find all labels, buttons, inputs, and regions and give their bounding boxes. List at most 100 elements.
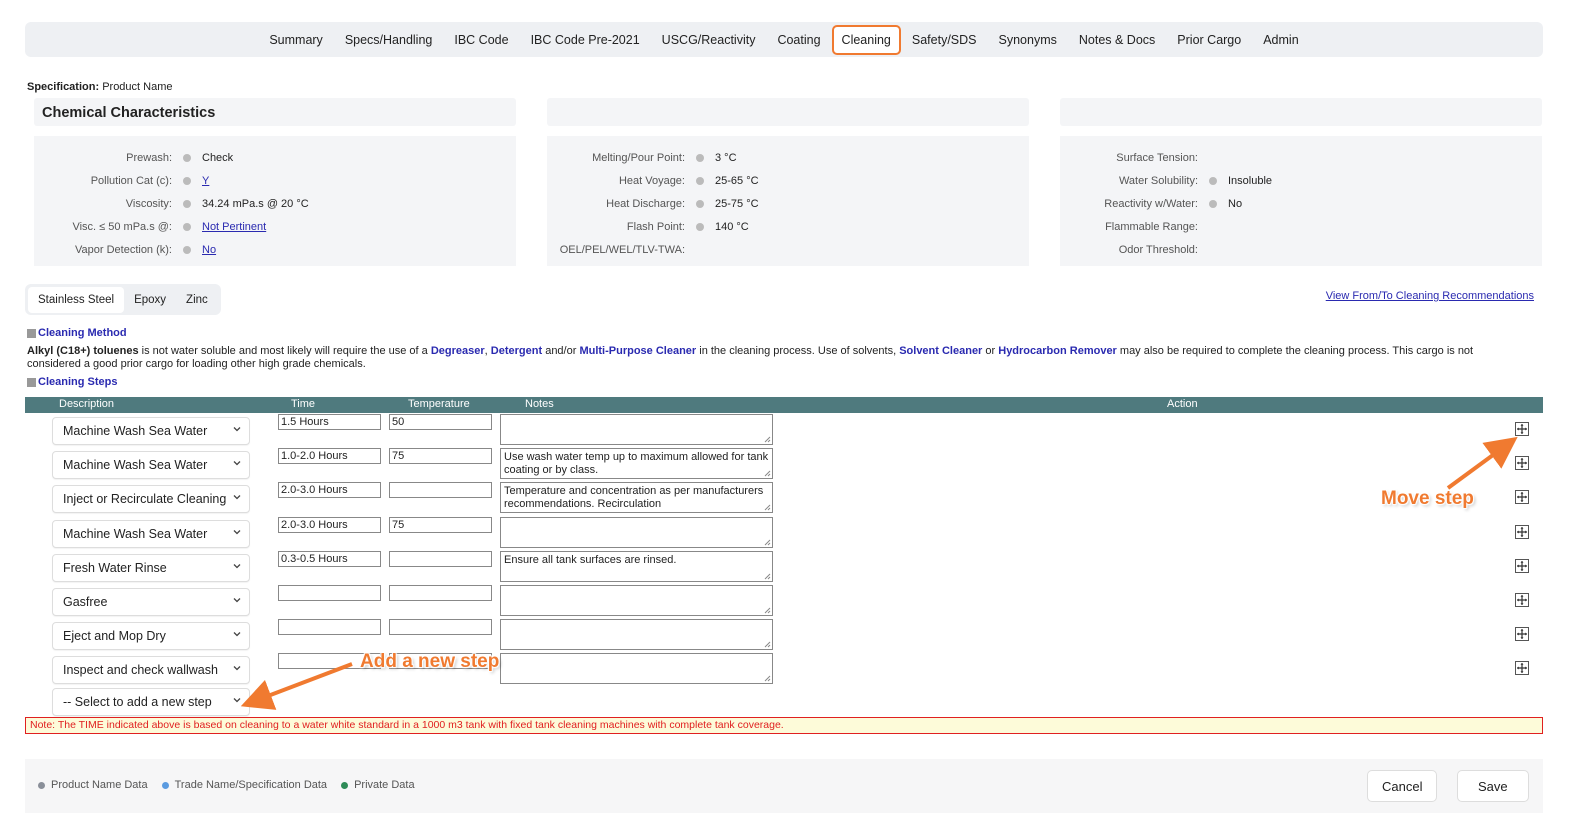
chevron-down-icon	[233, 529, 241, 535]
tab-notes-docs[interactable]: Notes & Docs	[1068, 26, 1166, 54]
tab-summary[interactable]: Summary	[258, 26, 333, 54]
save-button[interactable]: Save	[1457, 770, 1529, 802]
field-label: Melting/Pour Point:	[592, 151, 685, 164]
tab-specs-handling[interactable]: Specs/Handling	[334, 26, 444, 54]
step-temperature-input[interactable]: 50	[389, 414, 492, 430]
field-label: Viscosity:	[125, 197, 172, 210]
cancel-button[interactable]: Cancel	[1367, 770, 1438, 802]
field-value: Check	[202, 151, 234, 164]
move-step-icon[interactable]	[1515, 558, 1529, 573]
tab-admin[interactable]: Admin	[1252, 26, 1309, 54]
step-time-input[interactable]: 1.0-2.0 Hours	[278, 448, 381, 465]
step-temperature-input[interactable]: 75	[389, 516, 492, 533]
step-row: Machine Wash Sea Water 1.0-2.0 Hours 75 Use…	[25, 448, 1543, 482]
step-temperature-input[interactable]	[389, 619, 492, 636]
field-label: Odor Threshold:	[1118, 243, 1198, 256]
tab-prior-cargo[interactable]: Prior Cargo	[1166, 26, 1252, 54]
move-step-icon[interactable]	[1515, 422, 1529, 436]
solubility-card: Surface Tension: Water Solubility: Insolu…	[1060, 98, 1542, 266]
step-time-input[interactable]: 1.5 Hours	[278, 414, 381, 430]
tab-synonyms[interactable]: Synonyms	[988, 26, 1068, 54]
field-label: Flash Point:	[626, 220, 685, 233]
resize-grip-icon[interactable]	[764, 641, 771, 648]
move-step-icon[interactable]	[1515, 456, 1529, 471]
move-step-icon[interactable]	[1515, 627, 1529, 642]
step-time-input[interactable]	[278, 619, 381, 636]
move-step-icon[interactable]	[1515, 661, 1529, 676]
step-description-select[interactable]: Machine Wash Sea Water	[52, 451, 250, 480]
step-notes-textarea[interactable]: Temperature and concentration as per man…	[500, 482, 773, 514]
resize-grip-icon[interactable]	[764, 607, 771, 614]
cleaning-method-title: Cleaning Method	[27, 327, 127, 339]
step-temperature-input[interactable]	[389, 585, 492, 601]
method-text-part: is not water soluble and most likely wil…	[138, 345, 431, 357]
header-temperature: Temperature	[408, 398, 470, 410]
chemical-characteristics-card: Chemical Characteristics Prewash: Check P…	[34, 98, 516, 266]
field-value-link[interactable]: No	[202, 244, 216, 256]
step-temperature-input[interactable]	[389, 550, 492, 567]
move-step-icon[interactable]	[1515, 593, 1529, 607]
tab-zinc[interactable]: Zinc	[176, 287, 218, 313]
legend-private: Private Data	[354, 779, 415, 791]
step-description: Gasfree	[63, 595, 108, 609]
step-notes-textarea[interactable]	[500, 585, 773, 616]
data-source-dot	[183, 153, 191, 162]
view-cleaning-recommendations-link[interactable]: View From/To Cleaning Recommendations	[1326, 290, 1534, 302]
tab-epoxy[interactable]: Epoxy	[124, 287, 176, 313]
step-description-select[interactable]: Machine Wash Sea Water	[52, 519, 250, 548]
resize-grip-icon[interactable]	[764, 436, 771, 443]
new-step-select[interactable]: -- Select to add a new step	[52, 688, 250, 716]
resize-grip-icon[interactable]	[764, 504, 771, 511]
field-label: Water Solubility:	[1118, 174, 1198, 187]
chevron-down-icon	[233, 666, 241, 671]
cleaning-method-text: Alkyl (C18+) toluenes is not water solub…	[27, 345, 1527, 371]
step-notes-textarea[interactable]	[500, 414, 773, 445]
step-description: Inspect and check wallwash	[63, 663, 218, 678]
tab-safety-sds[interactable]: Safety/SDS	[901, 26, 988, 54]
step-time-input[interactable]: 0.3-0.5 Hours	[278, 550, 381, 567]
step-temperature-input[interactable]	[389, 482, 492, 499]
step-notes-textarea[interactable]	[500, 653, 773, 685]
step-time-input[interactable]: 2.0-3.0 Hours	[278, 482, 381, 499]
tab-stainless-steel[interactable]: Stainless Steel	[28, 286, 125, 313]
step-description-select[interactable]: Fresh Water Rinse	[52, 553, 250, 582]
step-description-select[interactable]: Inject or Recirculate Cleaning	[52, 485, 250, 514]
resize-grip-icon[interactable]	[764, 573, 771, 580]
step-row: Inject or Recirculate Cleaning 2.0-3.0 Ho…	[25, 482, 1543, 516]
step-notes-textarea[interactable]	[500, 516, 773, 548]
legend-trade-name: Trade Name/Specification Data	[174, 779, 328, 791]
resize-grip-icon[interactable]	[764, 675, 771, 682]
header-time: Time	[291, 398, 316, 410]
resize-grip-icon[interactable]	[764, 470, 771, 477]
method-text-part: in the cleaning process. Use of solvents…	[696, 345, 900, 357]
tab-uscg-reactivity[interactable]: USCG/Reactivity	[651, 26, 767, 54]
tab-coating[interactable]: Coating	[766, 26, 831, 54]
step-row: Machine Wash Sea Water 1.5 Hours 50	[25, 414, 1543, 448]
chevron-down-icon	[233, 563, 241, 569]
field-value: 3 °C	[715, 151, 737, 164]
step-time-input[interactable]: 2.0-3.0 Hours	[278, 516, 381, 533]
step-notes-textarea[interactable]: Ensure all tank surfaces are rinsed.	[500, 550, 773, 582]
step-notes-textarea[interactable]: Use wash water temp up to maximum allowe…	[500, 448, 773, 480]
data-source-dot	[183, 176, 191, 185]
tab-cleaning[interactable]: Cleaning	[831, 24, 901, 55]
field-value-link[interactable]: Y	[202, 175, 209, 187]
tab-ibc-code[interactable]: IBC Code	[443, 26, 519, 54]
legend-dot-product	[38, 781, 45, 789]
field-value-link[interactable]: Not Pertinent	[202, 221, 266, 233]
method-text-part: and/or	[542, 345, 580, 357]
move-step-icon[interactable]	[1515, 524, 1529, 539]
new-step-placeholder: -- Select to add a new step	[63, 695, 212, 709]
tab-ibc-code-pre-2021[interactable]: IBC Code Pre-2021	[520, 26, 651, 54]
step-time-input[interactable]	[278, 585, 381, 601]
chevron-down-icon	[233, 461, 241, 466]
step-description-select[interactable]: Machine Wash Sea Water	[52, 417, 250, 445]
step-description: Eject and Mop Dry	[63, 629, 166, 644]
step-description-select[interactable]: Eject and Mop Dry	[52, 622, 250, 651]
step-description-select[interactable]: Inspect and check wallwash	[52, 656, 250, 685]
move-step-icon[interactable]	[1515, 490, 1529, 505]
step-description-select[interactable]: Gasfree	[52, 588, 250, 616]
step-notes-textarea[interactable]	[500, 619, 773, 651]
resize-grip-icon[interactable]	[764, 539, 771, 546]
step-temperature-input[interactable]: 75	[389, 448, 492, 465]
